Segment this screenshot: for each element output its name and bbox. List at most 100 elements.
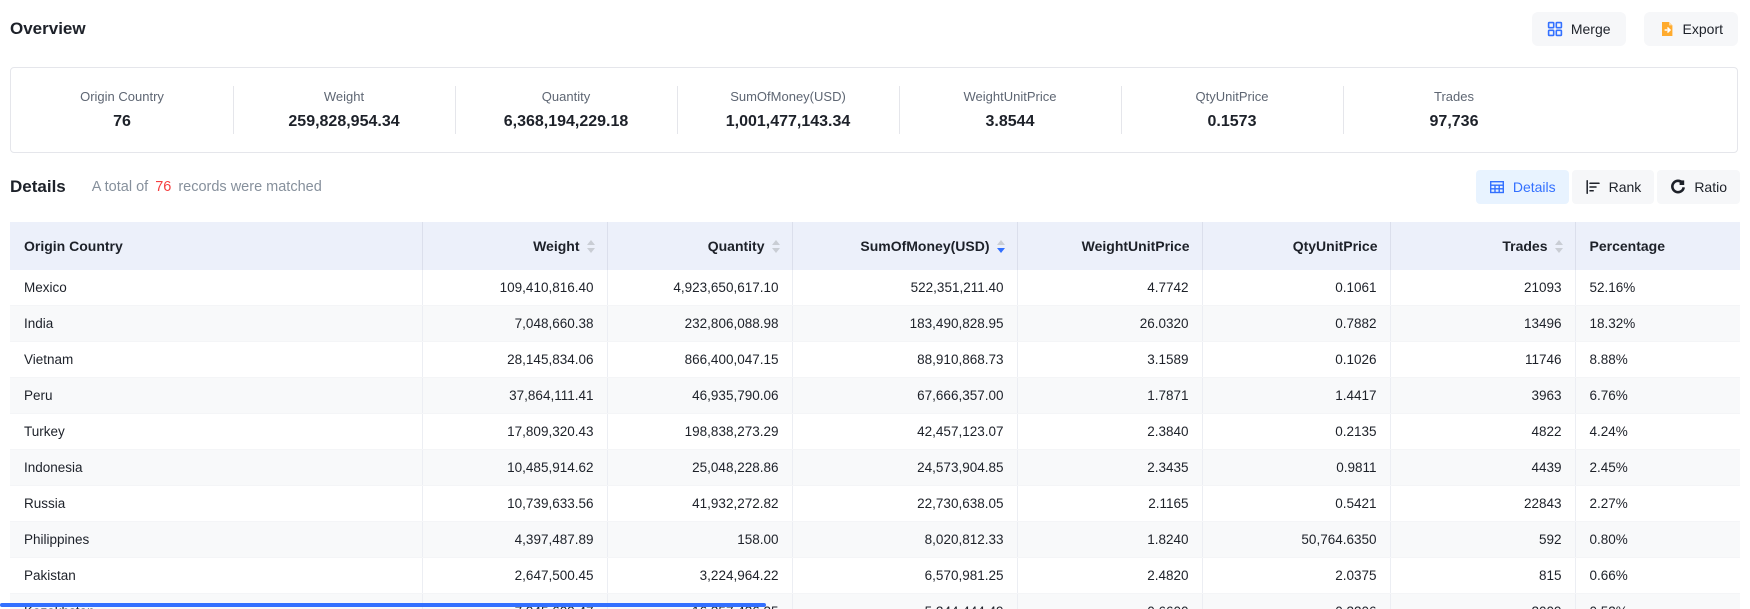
column-header-trades[interactable]: Trades [1390, 222, 1575, 270]
cell-quantity: 232,806,088.98 [607, 306, 792, 342]
table-row: Pakistan2,647,500.453,224,964.226,570,98… [10, 558, 1740, 594]
cell-percentage: 0.66% [1575, 558, 1740, 594]
cell-weightunitprice: 0.6600 [1017, 594, 1202, 609]
column-header-weightunitprice: WeightUnitPrice [1017, 222, 1202, 270]
cell-qtyunitprice: 0.1061 [1202, 270, 1390, 306]
cell-percentage: 0.52% [1575, 594, 1740, 609]
column-header-origin-country: Origin Country [10, 222, 422, 270]
sort-asc-caret [997, 240, 1005, 245]
sort-asc-caret [587, 240, 595, 245]
details-table: Origin Country WeightQuantitySumOfMoney(U… [10, 222, 1740, 609]
cell-weight: 10,739,633.56 [422, 486, 607, 522]
cell-origin-country: Turkey [10, 414, 422, 450]
table-row: Russia10,739,633.5641,932,272.8222,730,6… [10, 486, 1740, 522]
column-header-percentage: Percentage [1575, 222, 1740, 270]
table-row: Philippines4,397,487.89158.008,020,812.3… [10, 522, 1740, 558]
stat-cell: QtyUnitPrice0.1573 [1121, 89, 1343, 131]
export-file-icon [1659, 21, 1675, 37]
cell-origin-country: India [10, 306, 422, 342]
cell-percentage: 2.27% [1575, 486, 1740, 522]
cell-percentage: 52.16% [1575, 270, 1740, 306]
cell-weightunitprice: 2.4820 [1017, 558, 1202, 594]
horizontal-scrollbar-thumb[interactable] [0, 603, 766, 607]
cell-percentage: 8.88% [1575, 342, 1740, 378]
table-grid-icon [1489, 179, 1505, 195]
details-section-header: Details A total of76records were matched… [10, 170, 1740, 204]
cell-trades: 22843 [1390, 486, 1575, 522]
cell-trades: 3963 [1390, 378, 1575, 414]
tab-rank[interactable]: Rank [1572, 170, 1655, 204]
cell-weight: 2,647,500.45 [422, 558, 607, 594]
overview-stats-card: Origin Country 76Weight 259,828,954.34Quan… [10, 67, 1738, 153]
cell-weightunitprice: 2.3435 [1017, 450, 1202, 486]
sort-toggle[interactable] [997, 240, 1005, 253]
rank-bars-icon [1585, 179, 1601, 195]
tab-ratio[interactable]: Ratio [1657, 170, 1740, 204]
stat-value: 259,828,954.34 [233, 113, 455, 131]
column-header-quantity[interactable]: Quantity [607, 222, 792, 270]
column-label: Percentage [1590, 238, 1665, 254]
table-row: Indonesia10,485,914.6225,048,228.8624,57… [10, 450, 1740, 486]
export-button[interactable]: Export [1644, 12, 1738, 46]
merge-button[interactable]: Merge [1532, 12, 1626, 46]
cell-sumofmoney-usd: 88,910,868.73 [792, 342, 1017, 378]
stat-cell: WeightUnitPrice3.8544 [899, 89, 1121, 131]
cell-weightunitprice: 1.8240 [1017, 522, 1202, 558]
cell-trades: 13496 [1390, 306, 1575, 342]
table-row: Peru37,864,111.4146,935,790.0667,666,357… [10, 378, 1740, 414]
cell-weight: 109,410,816.40 [422, 270, 607, 306]
app-window: Overview Merge Export Origin Country76We… [0, 0, 1750, 609]
page-title: Overview [10, 19, 86, 39]
cell-origin-country: Pakistan [10, 558, 422, 594]
sort-toggle[interactable] [1555, 240, 1563, 253]
stat-cell: Quantity6,368,194,229.18 [455, 89, 677, 131]
export-button-label: Export [1683, 21, 1723, 37]
stat-cell: Trades97,736 [1343, 89, 1565, 131]
stat-value: 76 [11, 113, 233, 131]
column-header-qtyunitprice: QtyUnitPrice [1202, 222, 1390, 270]
cell-weight: 7,048,660.38 [422, 306, 607, 342]
stat-label: Origin Country [11, 89, 233, 104]
table-row: Turkey17,809,320.43198,838,273.2942,457,… [10, 414, 1740, 450]
tab-label: Ratio [1694, 179, 1727, 195]
stat-label: SumOfMoney(USD) [677, 89, 899, 104]
stat-value: 6,368,194,229.18 [455, 113, 677, 131]
cell-qtyunitprice: 1.4417 [1202, 378, 1390, 414]
column-label: Origin Country [24, 238, 123, 254]
cell-quantity: 25,048,228.86 [607, 450, 792, 486]
cell-quantity: 41,932,272.82 [607, 486, 792, 522]
tab-details[interactable]: Details [1476, 170, 1569, 204]
sort-toggle[interactable] [772, 240, 780, 253]
sort-desc-caret [1555, 248, 1563, 253]
tab-label: Rank [1609, 179, 1642, 195]
cell-sumofmoney-usd: 5,244,444.49 [792, 594, 1017, 609]
cell-sumofmoney-usd: 6,570,981.25 [792, 558, 1017, 594]
cell-trades: 4822 [1390, 414, 1575, 450]
column-header-weight[interactable]: Weight [422, 222, 607, 270]
cell-weightunitprice: 4.7742 [1017, 270, 1202, 306]
cell-origin-country: Mexico [10, 270, 422, 306]
table-header-row: Origin Country WeightQuantitySumOfMoney(U… [10, 222, 1740, 270]
cell-sumofmoney-usd: 42,457,123.07 [792, 414, 1017, 450]
cell-sumofmoney-usd: 67,666,357.00 [792, 378, 1017, 414]
cell-qtyunitprice: 50,764.6350 [1202, 522, 1390, 558]
cell-origin-country: Peru [10, 378, 422, 414]
stat-label: Weight [233, 89, 455, 104]
cell-weight: 4,397,487.89 [422, 522, 607, 558]
cell-trades: 21093 [1390, 270, 1575, 306]
records-note: A total of76records were matched [92, 179, 322, 195]
table-head: Origin Country WeightQuantitySumOfMoney(U… [10, 222, 1740, 270]
ratio-donut-icon [1670, 179, 1686, 195]
table-body: Mexico109,410,816.404,923,650,617.10522,… [10, 270, 1740, 609]
cell-origin-country: Indonesia [10, 450, 422, 486]
cell-sumofmoney-usd: 22,730,638.05 [792, 486, 1017, 522]
cell-weight: 28,145,834.06 [422, 342, 607, 378]
cell-percentage: 4.24% [1575, 414, 1740, 450]
cell-weight: 37,864,111.41 [422, 378, 607, 414]
stat-value: 0.1573 [1121, 113, 1343, 131]
sort-desc-caret [587, 248, 595, 253]
stat-value: 3.8544 [899, 113, 1121, 131]
column-header-sumofmoney-usd[interactable]: SumOfMoney(USD) [792, 222, 1017, 270]
cell-sumofmoney-usd: 522,351,211.40 [792, 270, 1017, 306]
sort-toggle[interactable] [587, 240, 595, 253]
